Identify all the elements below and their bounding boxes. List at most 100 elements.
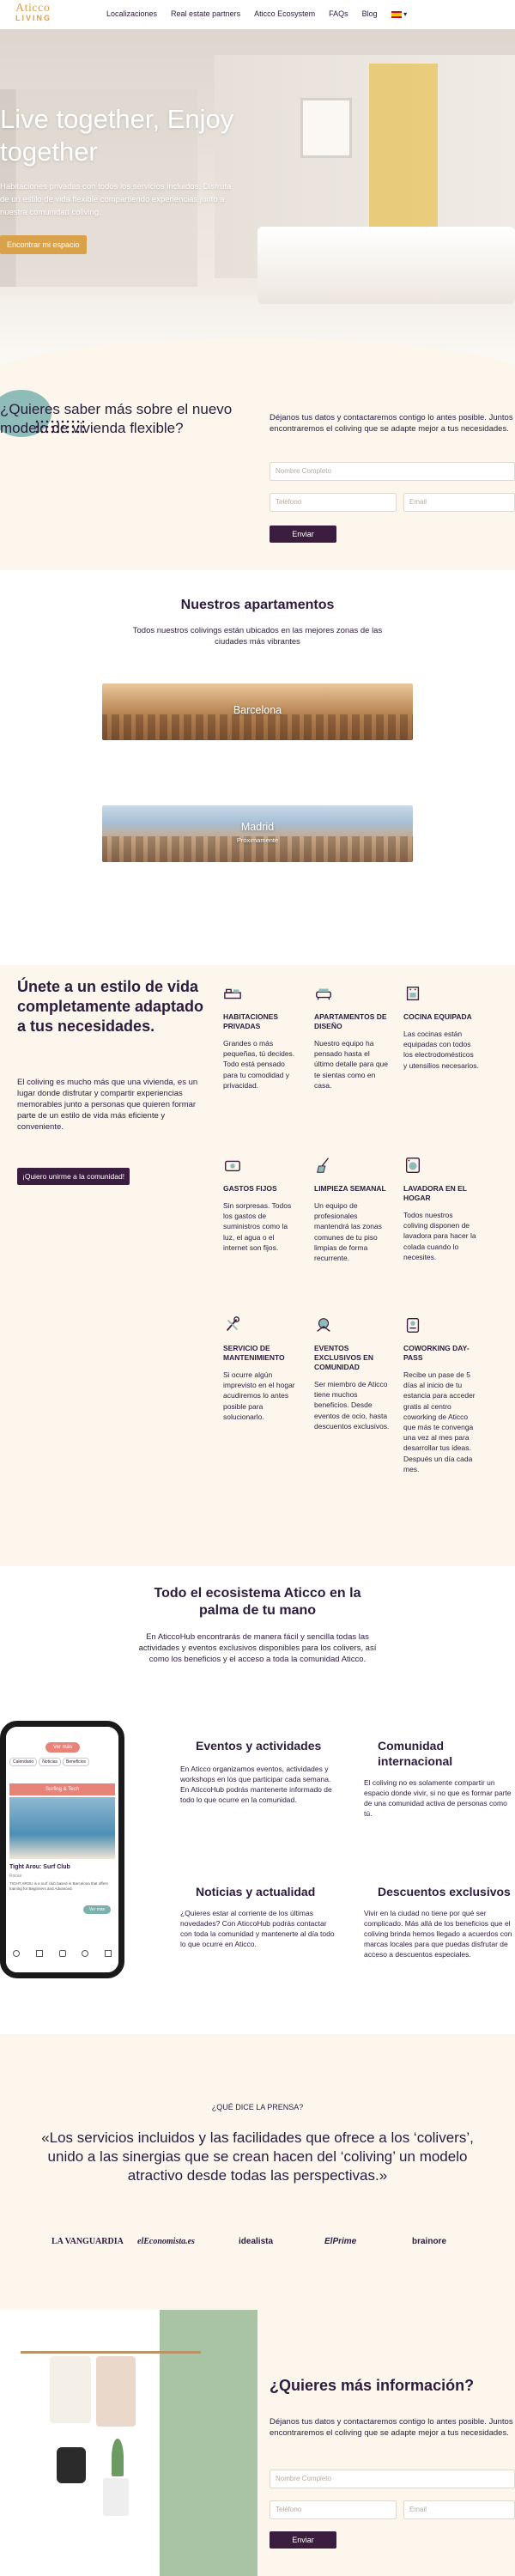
apartments-subtitle: Todos nuestros colivings están ubicados … <box>132 626 383 647</box>
sofa-icon <box>316 988 331 1000</box>
join-community-button[interactable]: ¡Quiero unirme a la comunidad! <box>17 1168 130 1185</box>
hanging-shirt <box>50 2356 91 2423</box>
clothes-rail <box>21 2351 201 2354</box>
lead-form-section: ¿Quieres saber más sobre el nuevo modelo… <box>0 364 515 570</box>
submit-button[interactable]: Enviar <box>270 526 336 543</box>
nav-faqs[interactable]: FAQs <box>329 9 348 18</box>
press-logo-la-vanguardia[interactable]: LA VANGUARDIA <box>52 2237 124 2246</box>
find-space-button[interactable]: Encontrar mi espacio <box>0 235 87 254</box>
hero-subtitle: Habitaciones privadas con todos los serv… <box>0 182 232 217</box>
news-icon <box>58 1950 66 1957</box>
clothes-rack-photo <box>0 2310 258 2576</box>
eco-block-text: Vivir en la ciudad no tiene por qué ser … <box>364 1909 512 1959</box>
calendar-icon <box>35 1950 43 1957</box>
press-section: ¿QUÉ DICE LA PRENSA? «Los servicios incl… <box>0 2034 515 2310</box>
feature-item: LAVADORA EN EL HOGAR Todos nuestros coli… <box>403 1156 479 1262</box>
ecosystem-title: Todo el ecosistema Aticco en la palma de… <box>154 1586 361 1618</box>
badge-icon <box>406 1317 420 1333</box>
phone-tabs: Calendario Noticias Beneficios <box>9 1758 90 1766</box>
hero-background-sofa <box>258 227 515 304</box>
eco-block-text: ¿Quieres estar al corriente de los últim… <box>180 1909 335 1948</box>
profile-icon <box>82 1950 89 1957</box>
event-icon <box>317 1318 330 1332</box>
hanging-shirt <box>96 2356 136 2427</box>
eco-block-text: El coliving no es solamente compartir un… <box>364 1778 512 1818</box>
phone-card-meta: Rocas <box>9 1874 22 1879</box>
wallet-icon <box>225 1160 240 1172</box>
chevron-down-icon: ▾ <box>403 10 408 18</box>
spain-flag-icon <box>391 10 402 18</box>
press-quote: «Los servicios incluidos y las facilidad… <box>41 2129 474 2184</box>
press-logo-idealista[interactable]: idealista <box>239 2237 273 2246</box>
home-icon <box>13 1950 20 1957</box>
phone-bottom-nav <box>13 1950 112 1957</box>
bed-icon <box>224 988 241 999</box>
feature-item: HABITACIONES PRIVADAS Grandes o más pequ… <box>223 984 299 1091</box>
city-card-barcelona[interactable]: Barcelona <box>102 683 413 740</box>
email-input[interactable]: Email <box>403 2500 515 2519</box>
features-section: Únete a un estilo de vida completamente … <box>0 965 515 1566</box>
city-card-madrid[interactable]: Madrid Próximamente <box>102 805 413 862</box>
nav-localizaciones[interactable]: Localizaciones <box>106 9 157 18</box>
phone-pill: Ver más <box>45 1742 80 1753</box>
phone-banner: Surfing & Tech <box>9 1783 115 1795</box>
full-name-input[interactable]: Nombre Completo <box>270 462 515 481</box>
phone-input[interactable]: Teléfono <box>270 2500 397 2519</box>
aticco-living-logo[interactable]: Aticco LIVING <box>15 3 58 22</box>
more-info-section: ¿Quieres más información? Déjanos tus da… <box>0 2310 515 2576</box>
ecosystem-intro: En AticcoHub encontrarás de manera fácil… <box>138 1632 377 1664</box>
feature-item: COCINA EQUIPADA Las cocinas están equipa… <box>403 984 479 1071</box>
phone-card-text: TIGHT AROU is a surf club based in Barce… <box>9 1881 108 1891</box>
more-info-description: Déjanos tus datos y contactaremos contig… <box>270 2417 513 2438</box>
hero-background-picture-frame <box>300 98 352 158</box>
main-nav: Localizaciones Real estate partners Atic… <box>106 9 407 18</box>
ecosystem-section: Todo el ecosistema Aticco en la palma de… <box>0 1566 515 2034</box>
barcelona-skyline-image <box>102 714 413 740</box>
press-logo-brainore[interactable]: brainore <box>412 2237 446 2246</box>
aticco-hub-phone-mockup: Ver más Calendario Noticias Beneficios S… <box>0 1721 124 1978</box>
press-kicker: ¿QUÉ DICE LA PRENSA? <box>211 2103 304 2111</box>
features-title: Únete a un estilo de vida completamente … <box>17 978 204 1035</box>
nav-real-estate-partners[interactable]: Real estate partners <box>171 9 240 18</box>
eco-block-title: Descuentos exclusivos <box>378 1885 511 1899</box>
menu-icon <box>105 1950 112 1957</box>
kitchen-icon <box>406 986 420 1001</box>
press-logo-el-economista[interactable]: elEconomista.es <box>137 2237 195 2246</box>
feature-item: GASTOS FIJOS Sin sorpresas. Todos los ga… <box>223 1156 299 1253</box>
tools-icon <box>226 1316 240 1332</box>
eco-block-title: Comunidad internacional <box>378 1739 453 1768</box>
feature-item: SERVICIO DE MANTENIMIENTO Si ocurre algú… <box>223 1315 299 1422</box>
feature-item: COWORKING DAY-PASS Recibe un pase de 5 d… <box>403 1315 479 1474</box>
press-logo-elprime[interactable]: ElPrime <box>324 2237 356 2246</box>
more-info-title: ¿Quieres más información? <box>270 2377 475 2394</box>
lead-form-title: ¿Quieres saber más sobre el nuevo modelo… <box>0 401 233 436</box>
city-name: Madrid <box>240 821 275 833</box>
eco-block-title: Eventos y actividades <box>196 1739 322 1753</box>
phone-input[interactable]: Teléfono <box>270 493 397 512</box>
city-name: Barcelona <box>233 704 282 716</box>
eco-block-title: Noticias y actualidad <box>196 1885 316 1899</box>
hero-section: Live together, Enjoy together Habitacion… <box>0 29 515 364</box>
nav-blog[interactable]: Blog <box>362 9 378 18</box>
apartments-section: Nuestros apartamentos Todos nuestros col… <box>0 570 515 965</box>
washing-machine-icon <box>405 1157 421 1173</box>
hero-title: Live together, Enjoy together <box>0 104 234 167</box>
nav-aticco-ecosystem[interactable]: Aticco Ecosystem <box>254 9 315 18</box>
lead-form-description: Déjanos tus datos y contactaremos contig… <box>270 413 513 434</box>
surf-photo <box>9 1797 115 1859</box>
stool <box>103 2478 129 2516</box>
language-selector[interactable]: ▾ <box>391 9 408 18</box>
submit-button[interactable]: Enviar <box>270 2531 336 2549</box>
eco-block-text: En Aticco organizamos eventos, actividad… <box>180 1765 332 1804</box>
site-header: Aticco LIVING Localizaciones Real estate… <box>0 0 515 29</box>
broom-icon <box>317 1157 330 1173</box>
feature-item: EVENTOS EXCLUSIVOS EN COMUNIDAD Ser miem… <box>314 1315 390 1431</box>
feature-item: LIMPIEZA SEMANAL Un equipo de profesiona… <box>314 1156 390 1263</box>
phone-card-title: Tight Arou: Surf Club <box>9 1864 70 1870</box>
email-input[interactable]: Email <box>403 493 515 512</box>
full-name-input[interactable]: Nombre Completo <box>270 2470 515 2488</box>
city-status: Próximamente <box>236 836 279 844</box>
feature-item: APARTAMENTOS DE DISEÑO Nuestro equipo ha… <box>314 984 390 1091</box>
apartments-title: Nuestros apartamentos <box>180 598 335 612</box>
phone-card-button: Ver más <box>83 1905 111 1914</box>
